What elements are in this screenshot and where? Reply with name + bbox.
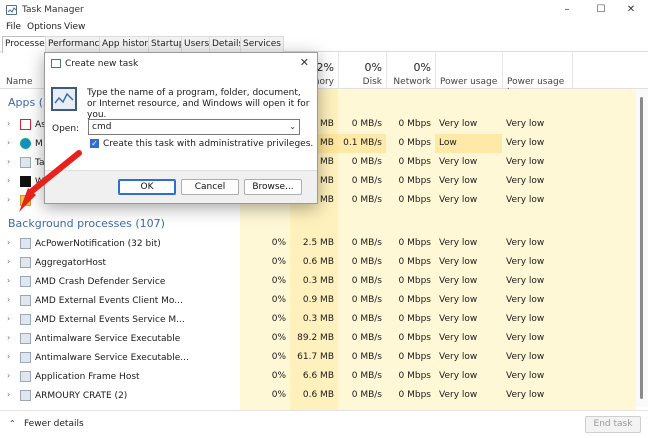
annotation-arrow-shaft	[29, 150, 82, 194]
annotation-arrow	[19, 150, 82, 212]
